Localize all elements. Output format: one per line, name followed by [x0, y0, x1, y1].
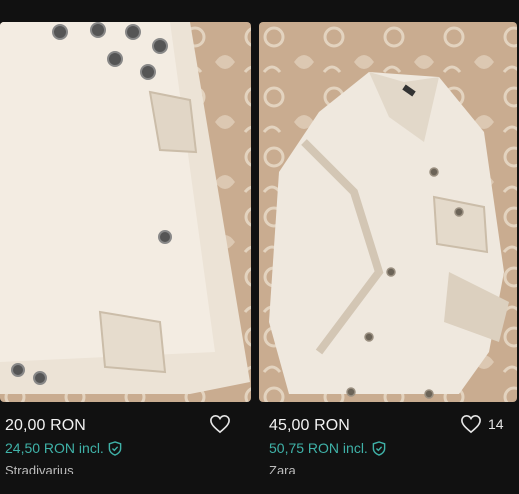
listing-brand: Stradivarius — [5, 463, 74, 474]
shield-check-icon — [372, 440, 386, 456]
favourite-button[interactable]: 14 — [460, 414, 504, 434]
favourite-button[interactable] — [209, 414, 237, 434]
listing-price: 45,00 RON — [269, 417, 350, 434]
price-incl-label: 50,75 RON incl. — [269, 440, 368, 456]
listing-brand: Zara — [269, 463, 296, 474]
shorts-photo-icon — [0, 22, 251, 402]
price-incl-protection[interactable]: 24,50 RON incl. — [5, 440, 122, 456]
listing-price: 20,00 RON — [5, 417, 86, 434]
listing-photo-jacket[interactable] — [259, 22, 517, 402]
heart-icon — [210, 414, 230, 434]
heart-icon — [461, 414, 481, 434]
price-incl-label: 24,50 RON incl. — [5, 440, 104, 456]
shield-check-icon — [108, 440, 122, 456]
favourite-count: 14 — [488, 416, 504, 432]
jacket-photo-icon — [259, 22, 517, 402]
listing-photo-shorts[interactable] — [0, 22, 251, 402]
price-incl-protection[interactable]: 50,75 RON incl. — [269, 440, 386, 456]
